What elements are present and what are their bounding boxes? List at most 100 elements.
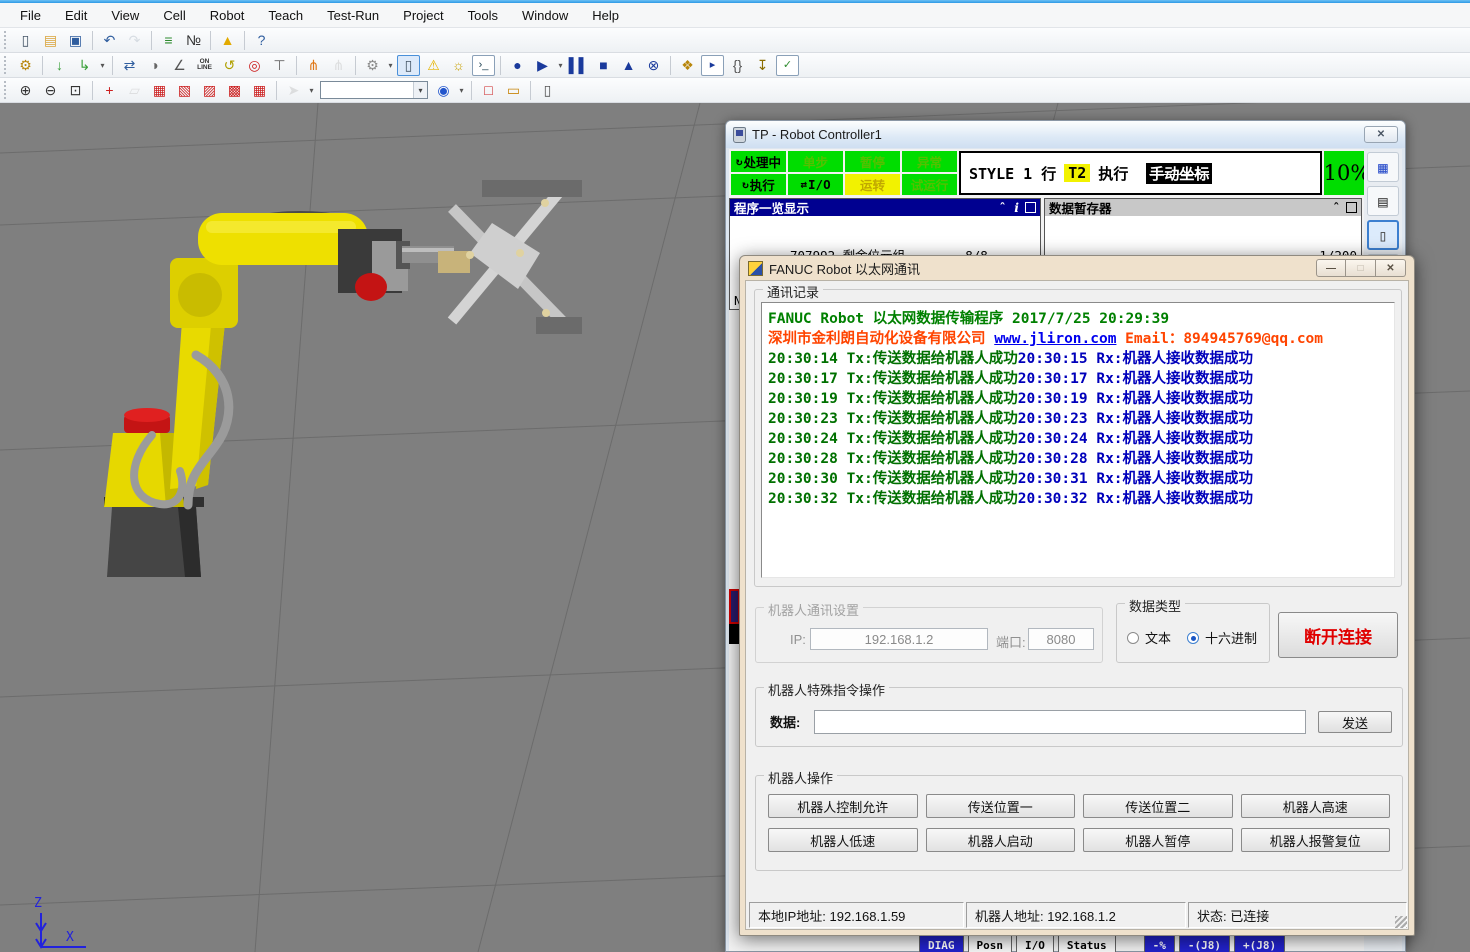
jog-tool-icon[interactable]: ↳	[73, 55, 96, 76]
robot-swap-icon[interactable]: ⇄	[118, 55, 141, 76]
robot-op-button-2[interactable]: 传送位置一	[926, 794, 1076, 818]
menu-item-edit[interactable]: Edit	[53, 5, 99, 26]
cube-add-icon[interactable]: ▦	[148, 80, 171, 101]
minimize-button[interactable]: —	[1316, 259, 1346, 277]
menu-item-robot[interactable]: Robot	[198, 5, 257, 26]
center-view-icon[interactable]: +	[98, 80, 121, 101]
signpost-icon[interactable]: ⊤	[268, 55, 291, 76]
chevron-down-icon[interactable]: ▾	[385, 55, 396, 76]
eject-icon[interactable]: ▲	[617, 55, 640, 76]
mouse-settings-icon[interactable]: ▯	[536, 80, 559, 101]
axes-xyz-icon[interactable]: ∠	[168, 55, 191, 76]
chevron-down-icon[interactable]: ▾	[306, 80, 317, 101]
alarm-save-icon[interactable]: ▲	[216, 30, 239, 51]
terminal-icon[interactable]: ›_	[472, 55, 495, 76]
cube-insert-icon[interactable]: ▧	[173, 80, 196, 101]
new-file-icon[interactable]: ▯	[14, 30, 37, 51]
menu-item-teach[interactable]: Teach	[256, 5, 315, 26]
robot-rotate-icon[interactable]: ↺	[218, 55, 241, 76]
robot-op-button-6[interactable]: 机器人启动	[926, 828, 1076, 852]
alarm-icon[interactable]: ⚠	[422, 55, 445, 76]
pause-icon[interactable]: ▌▌	[567, 55, 590, 76]
chevron-down-icon[interactable]: ▾	[413, 82, 427, 98]
io-connect-icon[interactable]: {}	[726, 55, 749, 76]
abort-icon[interactable]: ⊗	[642, 55, 665, 76]
zoom-in-icon[interactable]: ⊕	[14, 80, 37, 101]
cell-properties-icon[interactable]: ⚙	[14, 55, 37, 76]
menu-item-project[interactable]: Project	[391, 5, 455, 26]
robot-op-button-3[interactable]: 传送位置二	[1083, 794, 1233, 818]
tp-titlebar[interactable]: TP - Robot Controller1 ✕	[726, 121, 1405, 148]
robot-view-icon[interactable]: ⚙	[361, 55, 384, 76]
chevron-down-icon[interactable]: ▾	[97, 55, 108, 76]
sort-order-icon[interactable]: №	[182, 30, 205, 51]
save-icon[interactable]: ▣	[64, 30, 87, 51]
radio-hex[interactable]	[1187, 632, 1199, 644]
gripper-off-icon[interactable]: ⋔	[327, 55, 350, 76]
target-icon[interactable]: ◎	[243, 55, 266, 76]
gauge-icon[interactable]: ◑	[143, 55, 166, 76]
robot-op-button-1[interactable]: 机器人控制允许	[768, 794, 918, 818]
menu-item-cell[interactable]: Cell	[151, 5, 197, 26]
menu-item-view[interactable]: View	[99, 5, 151, 26]
tp-close-button[interactable]: ✕	[1364, 126, 1398, 143]
check-panel-icon[interactable]: ✓	[776, 55, 799, 76]
chevron-down-icon[interactable]: ▾	[456, 80, 467, 101]
keyboard-icon[interactable]: ▤	[1367, 186, 1399, 216]
collapse-icon[interactable]: ˆ	[1332, 200, 1340, 215]
undo-icon[interactable]: ↶	[98, 30, 121, 51]
measure-ruler-icon[interactable]: ▭	[502, 80, 525, 101]
play-icon[interactable]: ▶	[531, 55, 554, 76]
camera-fly-icon[interactable]: ➤	[282, 80, 305, 101]
open-folder-icon[interactable]: ▤	[39, 30, 62, 51]
robot-op-button-7[interactable]: 机器人暂停	[1083, 828, 1233, 852]
menu-item-help[interactable]: Help	[580, 5, 631, 26]
dialog-titlebar[interactable]: FANUC Robot 以太网通讯 — □ ✕	[740, 256, 1414, 280]
floor-plane-icon[interactable]: ▱	[123, 80, 146, 101]
robot-search-icon[interactable]: ☼	[447, 55, 470, 76]
stop-icon[interactable]: ■	[592, 55, 615, 76]
command-data-input[interactable]	[814, 710, 1306, 734]
camera-view-icon[interactable]: ◉	[432, 80, 455, 101]
ip-input[interactable]	[810, 628, 988, 650]
chevron-down-icon[interactable]: ▾	[555, 55, 566, 76]
tp-fkey-j8[interactable]: -(J8)	[1179, 934, 1230, 952]
resize-grip[interactable]	[1395, 916, 1407, 928]
jog-lock-icon[interactable]: ↓	[48, 55, 71, 76]
robot-op-button-4[interactable]: 机器人高速	[1241, 794, 1391, 818]
tp-fkey-diag[interactable]: DIAG	[919, 934, 964, 952]
cube-move-icon[interactable]: ▩	[223, 80, 246, 101]
cube-enter-icon[interactable]: ▨	[198, 80, 221, 101]
port-input[interactable]	[1028, 628, 1094, 650]
redo-icon[interactable]: ↷	[123, 30, 146, 51]
help-icon[interactable]: ?	[250, 30, 273, 51]
collapse-icon[interactable]: ˆ	[999, 200, 1007, 215]
robot-op-button-8[interactable]: 机器人报警复位	[1241, 828, 1391, 852]
panel-maximize-button[interactable]	[1025, 202, 1036, 213]
menu-item-file[interactable]: File	[8, 5, 53, 26]
disconnect-button[interactable]: 断开连接	[1278, 612, 1398, 658]
gripper-icon[interactable]: ⋔	[302, 55, 325, 76]
online-icon[interactable]: ONLINE	[193, 55, 216, 76]
wireframe-cube-icon[interactable]: □	[477, 80, 500, 101]
company-website-link[interactable]: www.jliron.com	[994, 331, 1116, 347]
cell-tree-icon[interactable]: ≡	[157, 30, 180, 51]
profiler-icon[interactable]: ↧	[751, 55, 774, 76]
info-icon[interactable]: i	[1014, 200, 1019, 215]
tp-fkey-io[interactable]: I/O	[1016, 934, 1054, 952]
tp-fkey-status[interactable]: Status	[1058, 934, 1116, 952]
record-icon[interactable]: ●	[506, 55, 529, 76]
tp-fkey-posn[interactable]: Posn	[968, 934, 1013, 952]
zoom-out-icon[interactable]: ⊖	[39, 80, 62, 101]
pixel-grid-icon[interactable]: ▦	[1367, 152, 1399, 182]
run-panel-icon[interactable]: ▸	[701, 55, 724, 76]
panel-maximize-button[interactable]	[1346, 202, 1357, 213]
tp-fkey-j8[interactable]: +(J8)	[1234, 934, 1285, 952]
zoom-window-icon[interactable]: ⊡	[64, 80, 87, 101]
close-button[interactable]: ✕	[1376, 259, 1406, 277]
robot-jog-icon[interactable]: ❖	[676, 55, 699, 76]
radio-text[interactable]	[1127, 632, 1139, 644]
view-select-combobox[interactable]: ▾	[320, 81, 428, 99]
menu-item-testrun[interactable]: Test-Run	[315, 5, 391, 26]
send-button[interactable]: 发送	[1318, 711, 1392, 733]
